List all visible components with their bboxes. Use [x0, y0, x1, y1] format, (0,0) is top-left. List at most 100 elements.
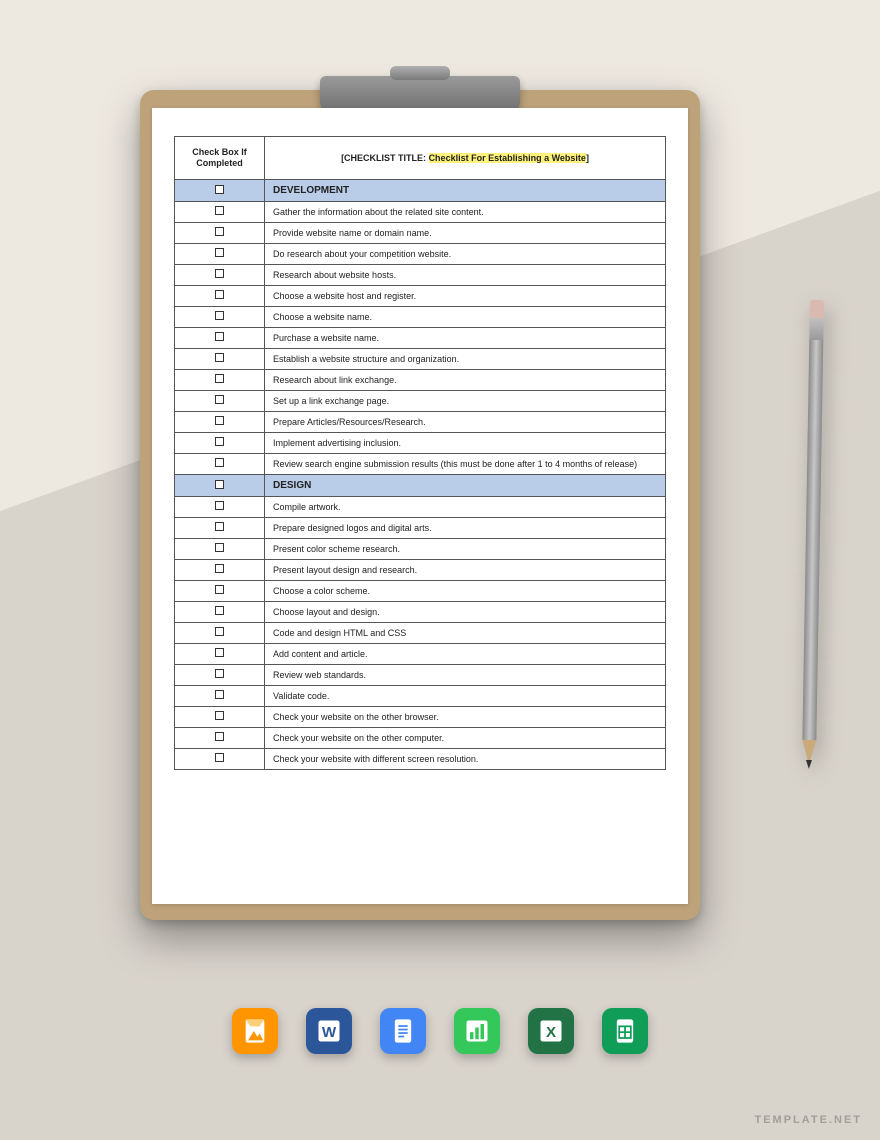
table-row: Choose a color scheme. [175, 580, 666, 601]
svg-text:W: W [322, 1024, 337, 1041]
checkbox-icon[interactable] [215, 185, 224, 194]
section-label: DEVELOPMENT [265, 179, 666, 201]
checkbox-icon[interactable] [215, 585, 224, 594]
checkbox-icon[interactable] [215, 648, 224, 657]
checkbox-cell [175, 622, 265, 643]
pencil-decoration [802, 300, 824, 760]
section-header-row: DESIGN [175, 474, 666, 496]
checklist-item: Compile artwork. [265, 496, 666, 517]
checkbox-icon[interactable] [215, 458, 224, 467]
table-row: Compile artwork. [175, 496, 666, 517]
checkbox-cell [175, 559, 265, 580]
checkbox-icon[interactable] [215, 311, 224, 320]
checkbox-cell [175, 496, 265, 517]
section-checkbox-cell [175, 179, 265, 201]
checkbox-icon[interactable] [215, 248, 224, 257]
checklist-item: Choose a website name. [265, 306, 666, 327]
checkbox-cell [175, 453, 265, 474]
table-row: Choose a website name. [175, 306, 666, 327]
table-row: Purchase a website name. [175, 327, 666, 348]
checkbox-icon[interactable] [215, 732, 224, 741]
checkbox-cell [175, 517, 265, 538]
table-row: Present layout design and research. [175, 559, 666, 580]
checkbox-icon[interactable] [215, 480, 224, 489]
checklist-item: Code and design HTML and CSS [265, 622, 666, 643]
checklist-item: Review search engine submission results … [265, 453, 666, 474]
table-row: Gather the information about the related… [175, 201, 666, 222]
title-highlight: Checklist For Establishing a Website [429, 153, 586, 163]
checklist-item: Validate code. [265, 685, 666, 706]
checkbox-icon[interactable] [215, 269, 224, 278]
table-row: Research about link exchange. [175, 369, 666, 390]
checkbox-icon[interactable] [215, 437, 224, 446]
checklist-title: [CHECKLIST TITLE: Checklist For Establis… [265, 137, 666, 180]
gsheets-icon[interactable] [602, 1008, 648, 1054]
checklist-item: Purchase a website name. [265, 327, 666, 348]
checklist-item: Choose a color scheme. [265, 580, 666, 601]
checkbox-icon[interactable] [215, 501, 224, 510]
numbers-icon[interactable] [454, 1008, 500, 1054]
excel-icon[interactable]: X [528, 1008, 574, 1054]
checkbox-icon[interactable] [215, 564, 224, 573]
checkbox-cell [175, 727, 265, 748]
checkbox-icon[interactable] [215, 353, 224, 362]
checkbox-icon[interactable] [215, 711, 224, 720]
table-row: Implement advertising inclusion. [175, 432, 666, 453]
checkbox-icon[interactable] [215, 206, 224, 215]
table-row: Review web standards. [175, 664, 666, 685]
checkbox-cell [175, 264, 265, 285]
document-page: Check Box If Completed [CHECKLIST TITLE:… [152, 108, 688, 904]
section-label: DESIGN [265, 474, 666, 496]
checkbox-icon[interactable] [215, 606, 224, 615]
checkbox-cell [175, 222, 265, 243]
checkbox-icon[interactable] [215, 332, 224, 341]
checkbox-icon[interactable] [215, 543, 224, 552]
checkbox-icon[interactable] [215, 395, 224, 404]
table-row: Establish a website structure and organi… [175, 348, 666, 369]
checkbox-icon[interactable] [215, 690, 224, 699]
table-row: Provide website name or domain name. [175, 222, 666, 243]
checkbox-icon[interactable] [215, 374, 224, 383]
checkbox-cell [175, 432, 265, 453]
table-row: Choose layout and design. [175, 601, 666, 622]
checklist-item: Provide website name or domain name. [265, 222, 666, 243]
checklist-item: Check your website on the other browser. [265, 706, 666, 727]
table-header-row: Check Box If Completed [CHECKLIST TITLE:… [175, 137, 666, 180]
table-row: Add content and article. [175, 643, 666, 664]
table-row: Research about website hosts. [175, 264, 666, 285]
checkbox-icon[interactable] [215, 753, 224, 762]
checkbox-cell [175, 243, 265, 264]
checkbox-icon[interactable] [215, 669, 224, 678]
table-row: Prepare Articles/Resources/Research. [175, 411, 666, 432]
checklist-item: Review web standards. [265, 664, 666, 685]
checkbox-cell [175, 348, 265, 369]
header-checkbox-label: Check Box If Completed [175, 137, 265, 180]
checkbox-cell [175, 369, 265, 390]
checkbox-icon[interactable] [215, 522, 224, 531]
checkbox-cell [175, 285, 265, 306]
checklist-item: Present color scheme research. [265, 538, 666, 559]
table-row: Choose a website host and register. [175, 285, 666, 306]
checkbox-cell [175, 201, 265, 222]
table-row: Prepare designed logos and digital arts. [175, 517, 666, 538]
checkbox-icon[interactable] [215, 416, 224, 425]
checklist-table: Check Box If Completed [CHECKLIST TITLE:… [174, 136, 666, 770]
checklist-item: Research about link exchange. [265, 369, 666, 390]
table-row: Validate code. [175, 685, 666, 706]
checklist-item: Choose a website host and register. [265, 285, 666, 306]
clipboard: Check Box If Completed [CHECKLIST TITLE:… [140, 90, 700, 920]
word-icon[interactable]: W [306, 1008, 352, 1054]
checkbox-icon[interactable] [215, 290, 224, 299]
checklist-item: Choose layout and design. [265, 601, 666, 622]
checkbox-icon[interactable] [215, 627, 224, 636]
pages-icon[interactable] [232, 1008, 278, 1054]
section-checkbox-cell [175, 474, 265, 496]
checkbox-icon[interactable] [215, 227, 224, 236]
checklist-item: Check your website on the other computer… [265, 727, 666, 748]
checkbox-cell [175, 538, 265, 559]
gdocs-icon[interactable] [380, 1008, 426, 1054]
table-row: Set up a link exchange page. [175, 390, 666, 411]
checklist-item: Research about website hosts. [265, 264, 666, 285]
checkbox-cell [175, 664, 265, 685]
checklist-item: Gather the information about the related… [265, 201, 666, 222]
